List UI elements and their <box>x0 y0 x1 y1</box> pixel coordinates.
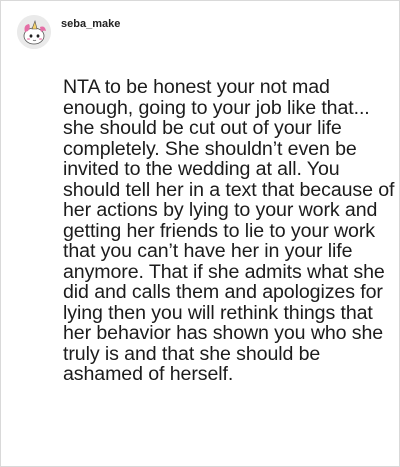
unicorn-avatar-svg <box>17 15 51 49</box>
comment-card: seba_make NTA to be honest your not mad … <box>0 0 400 467</box>
comment-text: NTA to be honest your not mad enough, go… <box>63 76 395 385</box>
username[interactable]: seba_make <box>61 18 120 30</box>
comment-header: seba_make <box>17 15 120 49</box>
unicorn-avatar-icon[interactable] <box>17 15 51 49</box>
